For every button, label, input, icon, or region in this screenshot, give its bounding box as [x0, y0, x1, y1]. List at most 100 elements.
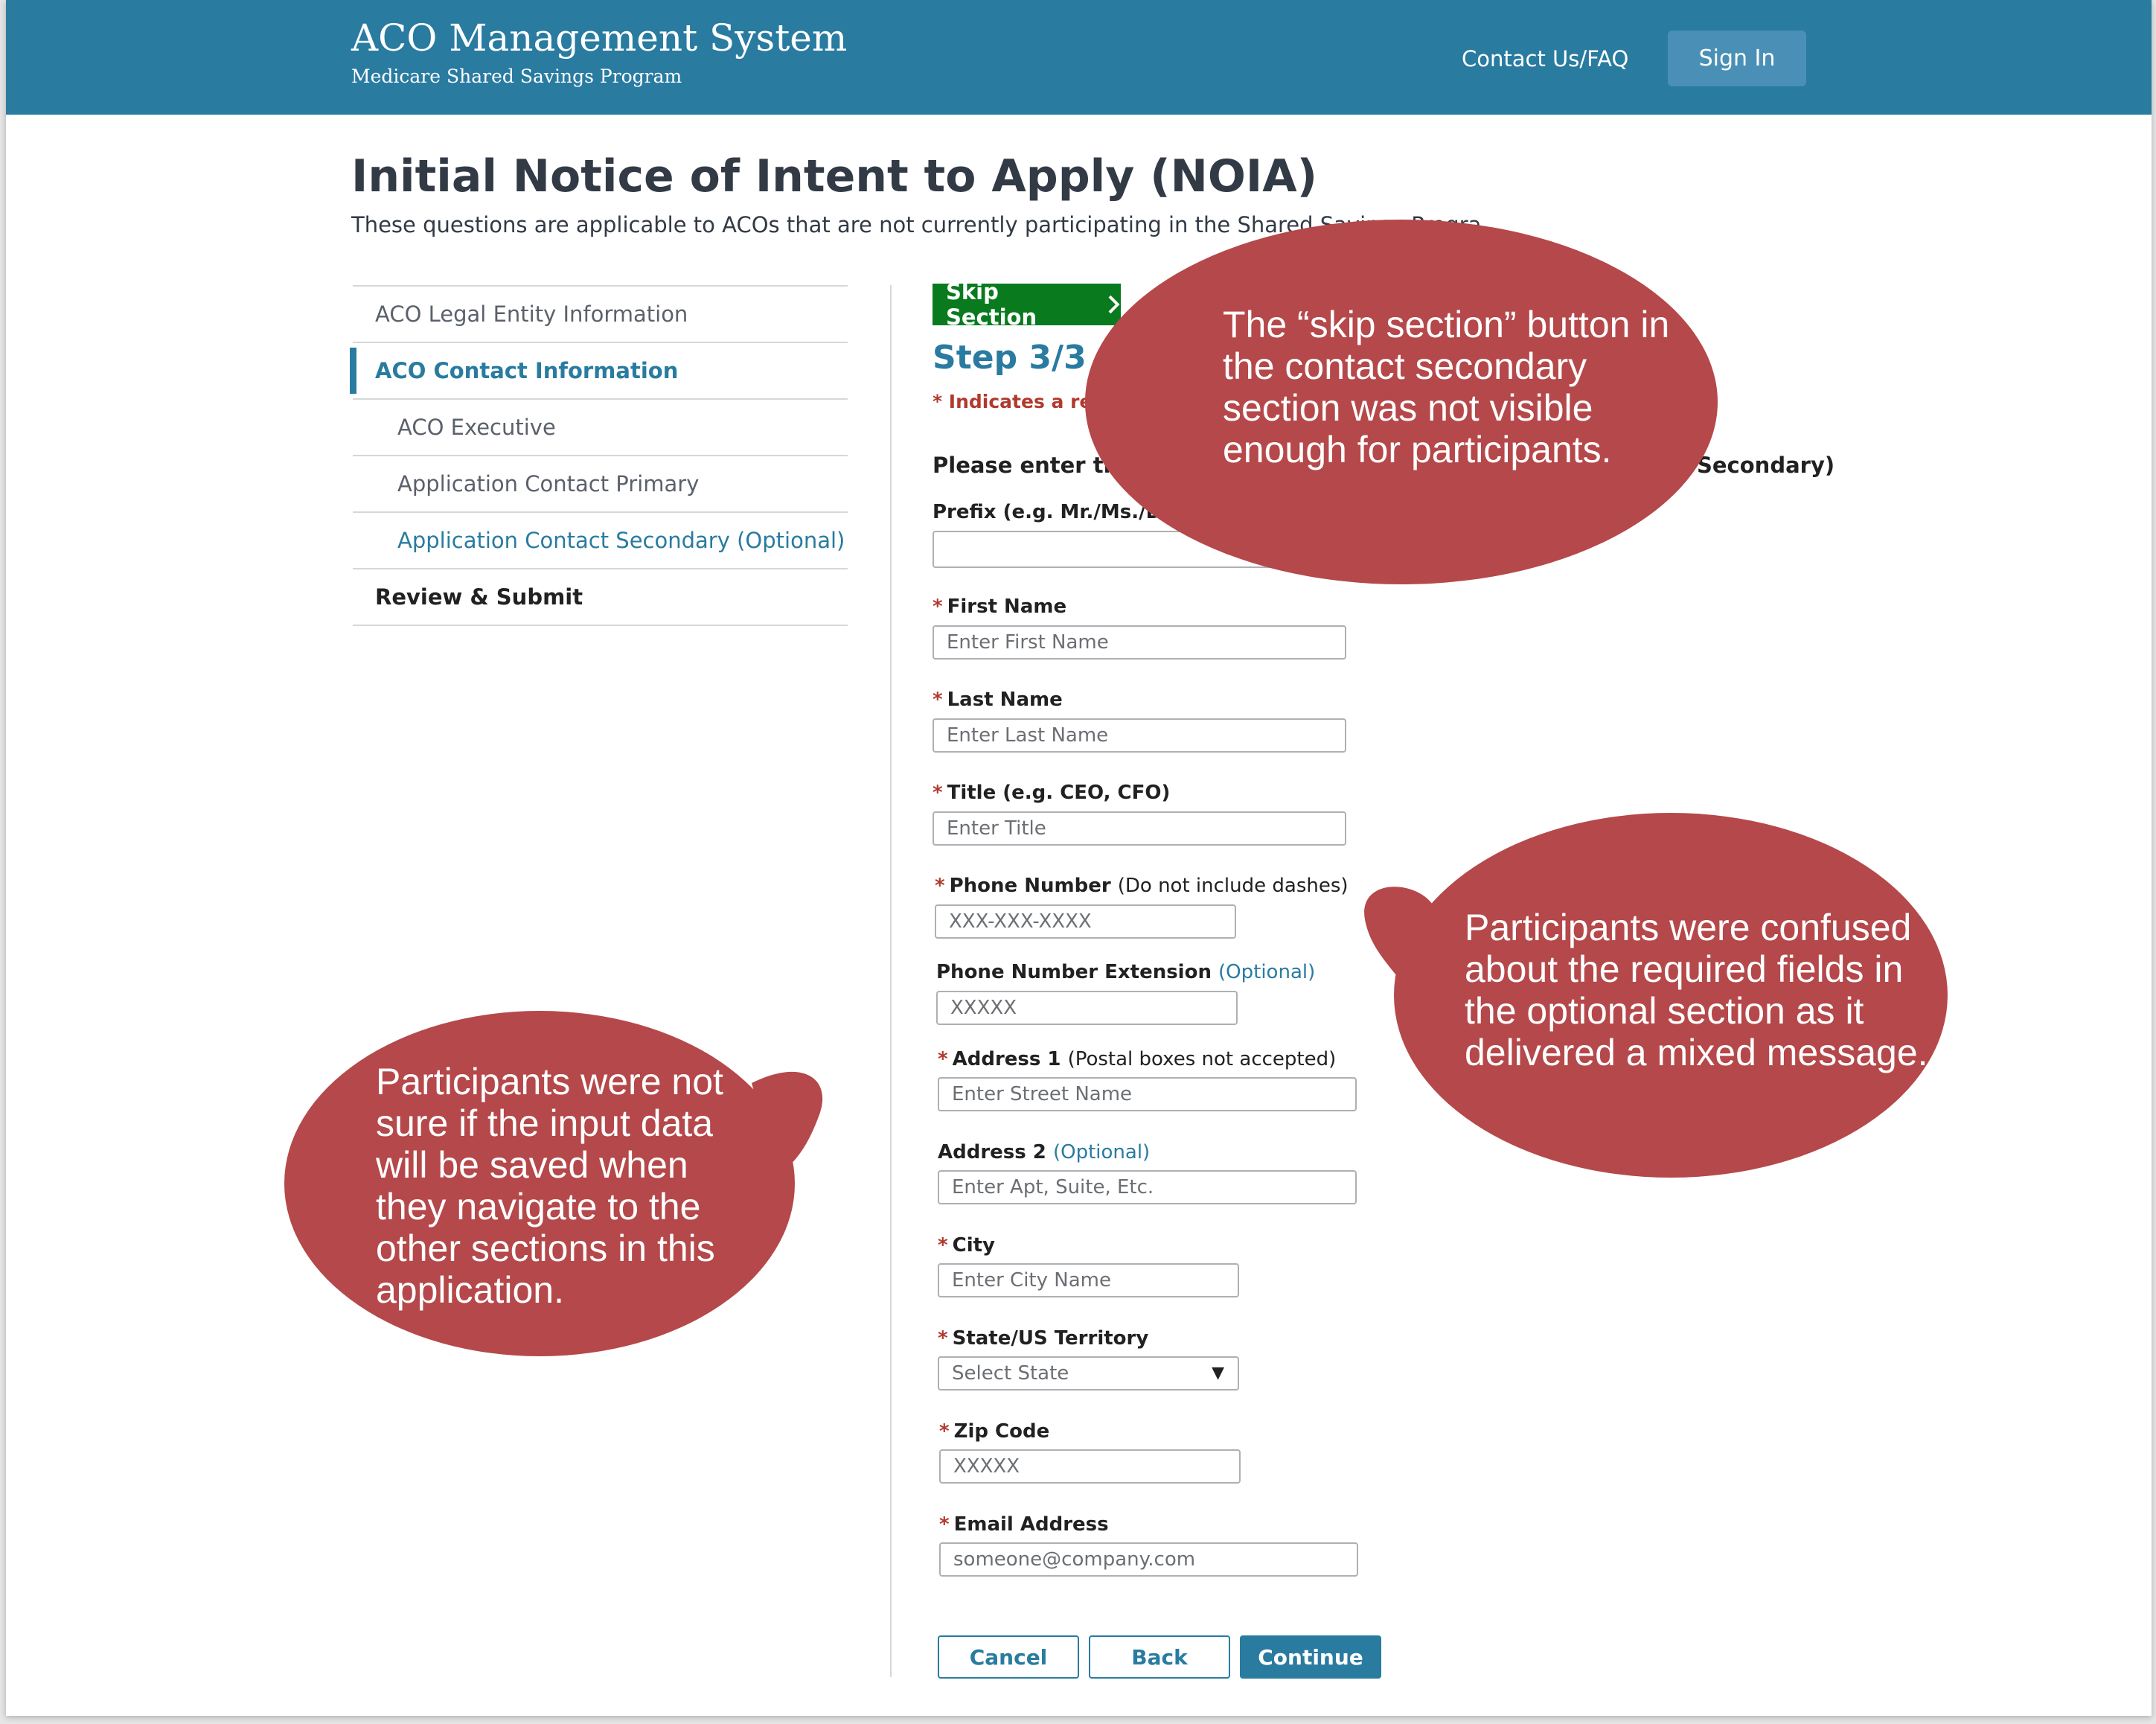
callout-line: application.	[376, 1269, 564, 1311]
city-input[interactable]: Enter City Name	[938, 1263, 1239, 1297]
callout-line: about the required fields in	[1465, 948, 1904, 990]
last-name-input[interactable]: Enter Last Name	[933, 718, 1346, 753]
app-window: ACO Management System Medicare Shared Sa…	[6, 0, 2152, 1716]
nav-item-label: ACO Executive	[397, 415, 556, 440]
address2-label: Address 2 (Optional)	[938, 1141, 1150, 1163]
city-label-text: City	[952, 1234, 995, 1257]
callout-line: delivered a mixed message.	[1465, 1032, 1928, 1073]
page-title: Initial Notice of Intent to Apply (NOIA)	[351, 150, 1318, 202]
phone-ext-label: Phone Number Extension (Optional)	[936, 961, 1315, 983]
first-name-label: * First Name	[933, 596, 1066, 618]
zip-label-text: Zip Code	[953, 1420, 1050, 1443]
required-note: * Indicates a required fiel	[933, 391, 1200, 412]
address1-label: * Address 1 (Postal boxes not accepted)	[938, 1048, 1336, 1070]
email-label-text: Email Address	[953, 1513, 1109, 1536]
nav-item-contact-information[interactable]: ACO Contact Information	[350, 342, 848, 398]
state-label-text: State/US Territory	[952, 1327, 1149, 1350]
state-select[interactable]: Select State ▼	[938, 1356, 1239, 1391]
zip-label: * Zip Code	[939, 1420, 1049, 1443]
required-marker: *	[933, 596, 943, 618]
phone-label-text: Phone Number	[949, 875, 1111, 897]
optional-tag: (Optional)	[1218, 961, 1316, 983]
nav-item-label: ACO Legal Entity Information	[375, 301, 688, 327]
section-nav: ACO Legal Entity Information ACO Contact…	[350, 285, 848, 626]
required-marker: *	[939, 1513, 950, 1536]
continue-button[interactable]: Continue	[1240, 1635, 1381, 1679]
phone-ext-label-text: Phone Number Extension	[936, 961, 1212, 983]
email-label: * Email Address	[939, 1513, 1109, 1536]
section-prompt-end: Secondary)	[1697, 453, 1835, 478]
callout-line: will be saved when	[376, 1144, 688, 1186]
nav-item-label: Application Contact Primary	[397, 471, 700, 497]
callout-line: sure if the input data	[376, 1102, 714, 1144]
step-title: Step 3/3 (Opti	[933, 339, 1191, 377]
address1-label-text: Address 1	[952, 1048, 1061, 1070]
nav-item-review-submit[interactable]: Review & Submit	[353, 568, 848, 625]
zip-input[interactable]: XXXXX	[939, 1449, 1241, 1484]
nav-item-label: Review & Submit	[375, 584, 583, 610]
optional-tag: (Optiona	[1191, 501, 1276, 523]
nav-item-legal-entity[interactable]: ACO Legal Entity Information	[353, 285, 848, 342]
callout-line: enough for participants.	[1223, 429, 1612, 470]
back-button[interactable]: Back	[1089, 1635, 1230, 1679]
required-marker: *	[933, 689, 943, 711]
required-marker: *	[938, 1048, 948, 1070]
skip-section-label: Skip Section	[946, 279, 1037, 330]
required-marker: *	[938, 1234, 948, 1257]
last-name-label: * Last Name	[933, 689, 1063, 711]
app-subtitle: Medicare Shared Savings Program	[351, 66, 682, 87]
callout-skip-text: The “skip section” button in the contact…	[1223, 304, 1669, 470]
title-label-text: Title (e.g. CEO, CFO)	[947, 782, 1171, 804]
required-marker: *	[938, 1327, 948, 1350]
callout-line: they navigate to the	[376, 1186, 701, 1227]
phone-input[interactable]: XXX-XXX-XXXX	[935, 904, 1236, 939]
email-input[interactable]: someone@company.com	[939, 1542, 1358, 1577]
required-marker: *	[939, 1420, 950, 1443]
site-header: ACO Management System Medicare Shared Sa…	[6, 0, 2152, 115]
city-label: * City	[938, 1234, 995, 1257]
nav-item-contact-secondary[interactable]: Application Contact Secondary (Optional)	[353, 511, 848, 568]
nav-divider	[353, 625, 848, 626]
phone-hint: (Do not include dashes)	[1117, 875, 1349, 897]
nav-item-label: Application Contact Secondary (Optional)	[397, 528, 845, 553]
callout-required-text: Participants were confused about the req…	[1465, 907, 1928, 1073]
chevron-right-icon	[1108, 295, 1120, 314]
callout-line: section was not visible	[1223, 387, 1593, 429]
title-label: * Title (e.g. CEO, CFO)	[933, 782, 1170, 804]
callout-line: Participants were not	[376, 1061, 723, 1102]
first-name-input[interactable]: Enter First Name	[933, 625, 1346, 660]
callout-line: The “skip section” button in	[1223, 304, 1670, 345]
required-marker: *	[933, 782, 943, 804]
phone-label: * Phone Number (Do not include dashes)	[935, 875, 1349, 897]
nav-item-label: ACO Contact Information	[375, 358, 679, 383]
callout-line: Participants were confused	[1465, 907, 1912, 948]
callout-line: the contact secondary	[1223, 345, 1587, 387]
prefix-input[interactable]	[933, 531, 1346, 568]
optional-tag: (Optional)	[1052, 1141, 1151, 1163]
required-marker: *	[935, 875, 945, 897]
state-select-value: Select State	[952, 1362, 1069, 1385]
callout-line: other sections in this	[376, 1227, 715, 1269]
section-prompt: Please enter the contac	[933, 453, 1222, 478]
cancel-button[interactable]: Cancel	[938, 1635, 1079, 1679]
skip-section-button[interactable]: Skip Section	[933, 279, 1121, 330]
address2-input[interactable]: Enter Apt, Suite, Etc.	[938, 1170, 1357, 1204]
column-divider	[890, 285, 892, 1677]
callout-line: the optional section as it	[1465, 990, 1864, 1032]
title-input[interactable]: Enter Title	[933, 811, 1346, 846]
prefix-label-text: Prefix (e.g. Mr./Ms./Dr.)	[933, 501, 1186, 523]
prefix-label: Prefix (e.g. Mr./Ms./Dr.) (Optiona	[933, 501, 1276, 523]
last-name-label-text: Last Name	[947, 689, 1063, 711]
dropdown-arrow-icon: ▼	[1212, 1364, 1224, 1382]
nav-item-aco-executive[interactable]: ACO Executive	[353, 398, 848, 455]
contact-faq-link[interactable]: Contact Us/FAQ	[1462, 46, 1628, 71]
app-title[interactable]: ACO Management System	[351, 16, 847, 60]
address1-input[interactable]: Enter Street Name	[938, 1077, 1357, 1111]
address1-hint: (Postal boxes not accepted)	[1067, 1048, 1337, 1070]
address2-label-text: Address 2	[938, 1141, 1046, 1163]
phone-ext-input[interactable]: XXXXX	[936, 991, 1238, 1025]
sign-in-button[interactable]: Sign In	[1668, 31, 1806, 86]
callout-saved-text: Participants were not sure if the input …	[376, 1061, 723, 1311]
page-subtitle: These questions are applicable to ACOs t…	[351, 212, 1482, 237]
nav-item-contact-primary[interactable]: Application Contact Primary	[353, 455, 848, 511]
